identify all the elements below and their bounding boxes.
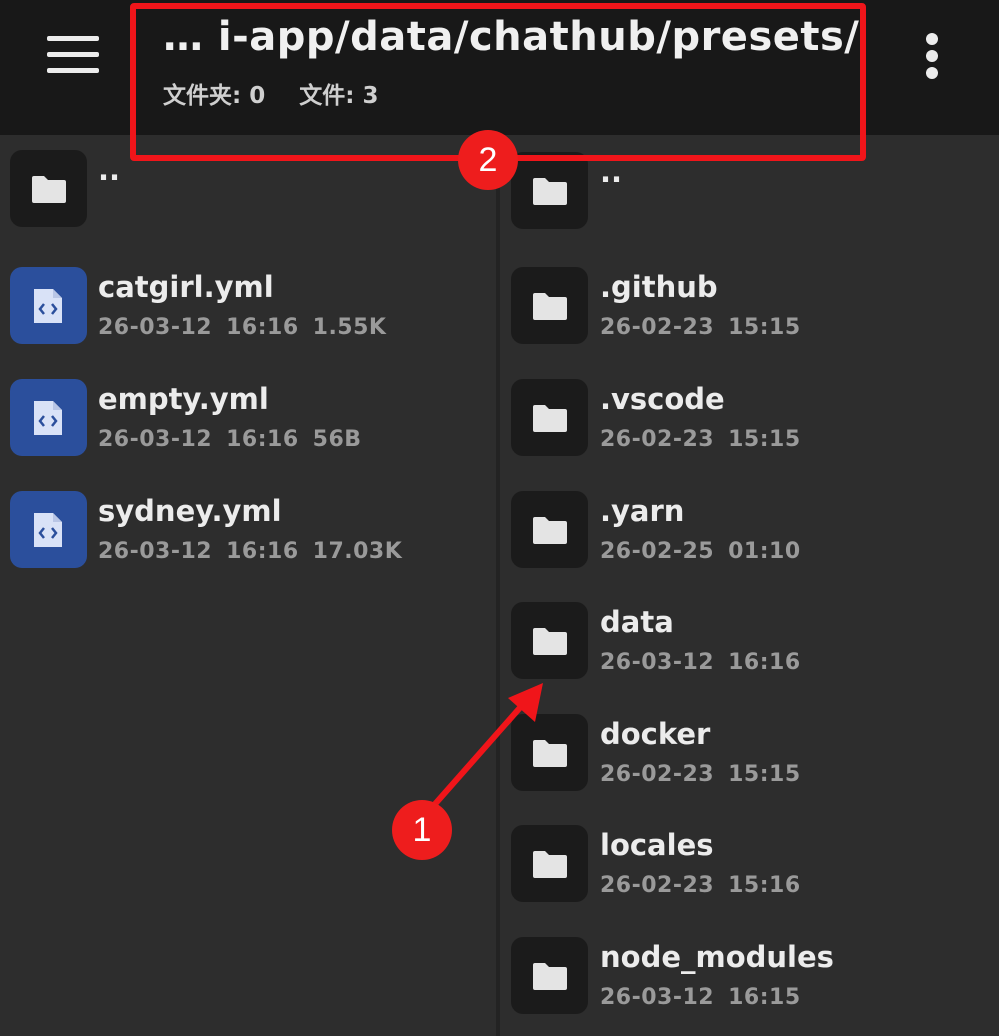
item-meta: 26-02-23 15:15 (600, 762, 801, 787)
folder-item[interactable]: docker 26-02-23 15:15 (500, 709, 999, 809)
item-name: .. (600, 155, 623, 189)
right-file-pane[interactable]: .. .github 26-02-23 15:15 .vscode 26-02-2… (500, 135, 999, 1036)
item-counts: 文件夹: 0 文件: 3 (163, 76, 388, 110)
annotation-badge-2: 2 (458, 130, 518, 190)
folder-icon (511, 267, 588, 344)
file-item[interactable]: catgirl.yml 26-03-12 16:16 1.55K (0, 262, 496, 362)
item-name: .yarn (600, 494, 685, 528)
folder-icon (511, 152, 588, 229)
folder-item[interactable]: .vscode 26-02-23 15:15 (500, 374, 999, 474)
code-file-icon (10, 267, 87, 344)
folder-icon (10, 150, 87, 227)
item-meta: 26-03-12 16:16 17.03K (98, 539, 403, 564)
item-meta: 26-02-25 01:10 (600, 539, 801, 564)
current-path-title: … i-app/data/chathub/presets/ (163, 14, 860, 60)
folder-item[interactable]: .yarn 26-02-25 01:10 (500, 486, 999, 586)
item-name: node_modules (600, 940, 834, 974)
code-file-icon (10, 491, 87, 568)
item-meta: 26-02-23 15:15 (600, 427, 801, 452)
top-app-bar: … i-app/data/chathub/presets/ 文件夹: 0 文件:… (0, 0, 999, 135)
item-meta: 26-03-12 16:16 56B (98, 427, 362, 452)
folder-count: 文件夹: 0 (163, 83, 266, 109)
item-name: .vscode (600, 382, 725, 416)
item-name: .. (98, 153, 121, 187)
folder-icon (511, 379, 588, 456)
folder-item[interactable]: data 26-03-12 16:16 (500, 597, 999, 697)
item-name: docker (600, 717, 711, 751)
parent-directory-item[interactable]: .. (0, 145, 496, 245)
file-item[interactable]: empty.yml 26-03-12 16:16 56B (0, 374, 496, 474)
item-name: sydney.yml (98, 494, 282, 528)
folder-item[interactable]: node_modules 26-03-12 16:15 (500, 932, 999, 1032)
item-name: catgirl.yml (98, 270, 274, 304)
item-name: data (600, 605, 674, 639)
folder-item[interactable]: .github 26-02-23 15:15 (500, 262, 999, 362)
folder-item[interactable]: locales 26-02-23 15:16 (500, 820, 999, 920)
item-meta: 26-02-23 15:16 (600, 873, 801, 898)
item-meta: 26-03-12 16:16 1.55K (98, 315, 387, 340)
folder-icon (511, 937, 588, 1014)
code-file-icon (10, 379, 87, 456)
folder-icon (511, 491, 588, 568)
folder-icon (511, 714, 588, 791)
file-count: 文件: 3 (299, 83, 379, 109)
annotation-badge-1: 1 (392, 800, 452, 860)
more-options-icon[interactable] (912, 28, 952, 88)
parent-directory-item[interactable]: .. (500, 147, 999, 247)
file-item[interactable]: sydney.yml 26-03-12 16:16 17.03K (0, 486, 496, 586)
item-name: locales (600, 828, 714, 862)
item-meta: 26-03-12 16:16 (600, 650, 801, 675)
hamburger-menu-icon[interactable] (30, 20, 116, 90)
folder-icon (511, 602, 588, 679)
left-file-pane[interactable]: .. catgirl.yml 26-03-12 16:16 1.55K empty.… (0, 135, 496, 1036)
item-name: .github (600, 270, 718, 304)
item-meta: 26-02-23 15:15 (600, 315, 801, 340)
path-header[interactable]: … i-app/data/chathub/presets/ 文件夹: 0 文件:… (163, 14, 859, 124)
folder-icon (511, 825, 588, 902)
item-meta: 26-03-12 16:15 (600, 985, 801, 1010)
item-name: empty.yml (98, 382, 269, 416)
